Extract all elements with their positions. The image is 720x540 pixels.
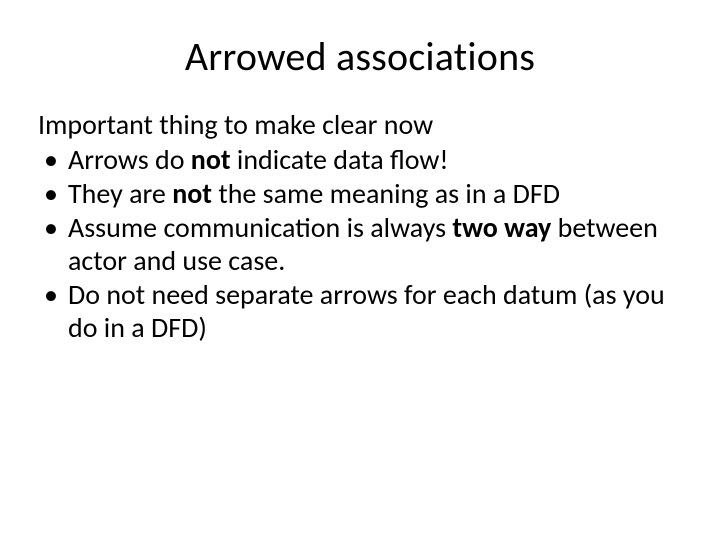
intro-text: Important thing to make clear now	[38, 109, 682, 141]
list-item: Do not need separate arrows for each dat…	[38, 278, 682, 344]
bullet-text-bold: not	[172, 176, 212, 211]
bullet-text-post: indicate data flow!	[231, 142, 449, 177]
list-item: They are not the same meaning as in a DF…	[38, 177, 682, 210]
list-item: Assume communication is always two way b…	[38, 211, 682, 277]
slide-title: Arrowed associations	[38, 32, 682, 81]
bullet-text-post: the same meaning as in a DFD	[212, 176, 560, 211]
list-item: Arrows do not indicate data flow!	[38, 143, 682, 176]
slide: Arrowed associations Important thing to …	[0, 0, 720, 540]
bullet-text-bold: two way	[452, 210, 551, 245]
bullet-list: Arrows do not indicate data flow! They a…	[38, 143, 682, 344]
bullet-text: Do not need separate arrows for each dat…	[68, 277, 665, 345]
bullet-text-bold: not	[191, 142, 231, 177]
bullet-text-pre: They are	[68, 176, 172, 211]
bullet-text-pre: Arrows do	[68, 142, 191, 177]
bullet-text-pre: Assume communication is always	[68, 210, 452, 245]
